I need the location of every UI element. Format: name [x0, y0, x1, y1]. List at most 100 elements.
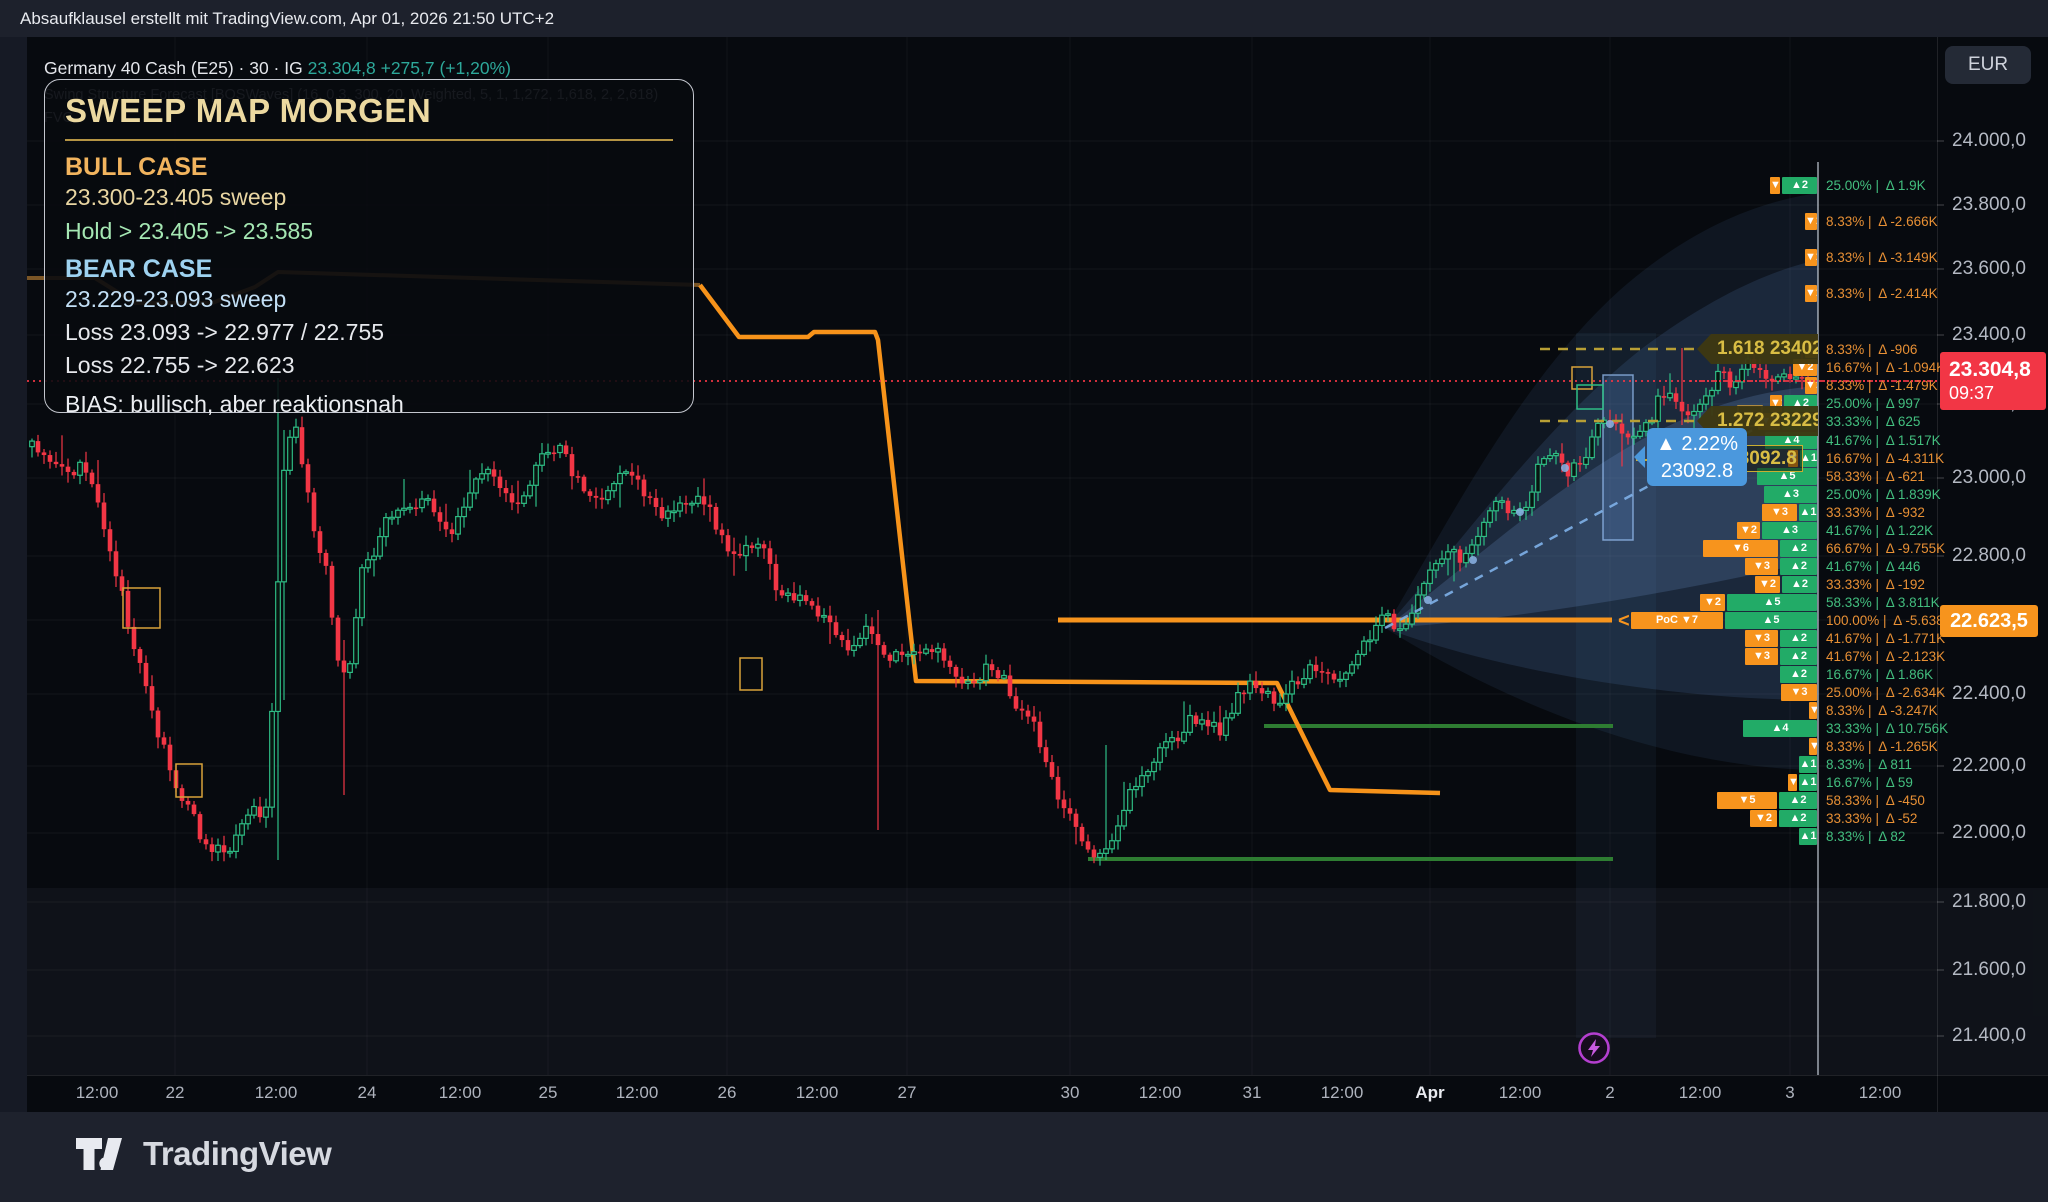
profile-row-stats: 8.33% | Δ -3.247K [1826, 702, 1938, 719]
down-count-badge: ▼3 [1745, 558, 1778, 575]
profile-row: ▲1 8.33% | Δ 82 [0, 828, 2048, 845]
price-axis-label: 21.400,0 [1952, 1025, 2026, 1047]
down-count-badge: ▼2 [1737, 522, 1760, 539]
profile-row: ▼1▲1 16.67% | Δ 59 [0, 774, 2048, 791]
profile-row-stats: 16.67% | Δ -1.094K [1826, 359, 1945, 376]
up-count-badge: ▲2 [1782, 576, 1817, 593]
profile-row: ▼3 25.00% | Δ -2.634K [0, 684, 2048, 701]
profile-row-stats: 66.67% | Δ -9.755K [1826, 540, 1945, 557]
current-price-dotted-line [1690, 380, 1937, 382]
down-count-badge: ▼2 [1700, 594, 1725, 611]
up-count-badge: ▲1 [1799, 828, 1817, 845]
down-count-badge: ▼3 [1762, 504, 1797, 521]
down-count-badge: ▼1 [1809, 702, 1817, 719]
profile-row-stats: 25.00% | Δ 1.9K [1826, 177, 1926, 194]
profile-row-stats: 41.67% | Δ 446 [1826, 558, 1920, 575]
up-count-badge: ▲2 [1782, 177, 1817, 194]
up-count-badge: ▲2 [1779, 792, 1817, 809]
share-title-text: Absaufklausel erstellt mit TradingView.c… [20, 9, 554, 28]
up-count-badge: ▲2 [1779, 810, 1817, 827]
down-count-badge: ▼1 [1770, 177, 1780, 194]
time-axis-label: 27 [898, 1083, 917, 1103]
up-count-badge: ▲2 [1780, 666, 1817, 683]
up-count-badge: ▲3 [1762, 522, 1817, 539]
time-axis-label: 22 [166, 1083, 185, 1103]
up-count-badge: ▲2 [1780, 558, 1817, 575]
sweep-panel-title: SWEEP MAP MORGEN [65, 92, 673, 141]
profile-row: ▼3▲2 41.67% | Δ -1.771K [0, 630, 2048, 647]
profile-row-stats: 58.33% | Δ 3.811K [1826, 594, 1940, 611]
bear-sweep-line: 23.229-23.093 sweep [65, 286, 673, 313]
down-count-badge: ▼5 [1717, 792, 1777, 809]
currency-button[interactable]: EUR [1945, 46, 2031, 84]
forecast-callout[interactable]: ▲ 2.22% 23092.8 [1647, 428, 1747, 486]
time-axis-label: 24 [358, 1083, 377, 1103]
profile-row-poc: PoC ▼7▲5 100.00% | Δ -5.638K [0, 612, 2048, 629]
tradingview-brand-link[interactable]: TradingView [75, 1134, 331, 1174]
bull-sweep-line: 23.300-23.405 sweep [65, 184, 673, 211]
up-count-badge: ▲1 [1799, 504, 1817, 521]
time-axis-label: 12:00 [616, 1083, 659, 1103]
profile-row-stats: 25.00% | Δ 1.839K [1826, 486, 1941, 503]
up-count-badge: ▲5 [1725, 612, 1817, 629]
profile-row: ▼2▲2 33.33% | Δ -192 [0, 576, 2048, 593]
bear-loss-line-1: Loss 23.093 -> 22.977 / 22.755 [65, 319, 673, 346]
up-count-badge: ▲3 [1764, 486, 1817, 503]
time-axis-label: Apr [1415, 1083, 1444, 1103]
profile-row: ▼1 8.33% | Δ -1.265K [0, 738, 2048, 755]
profile-row: ▲3 25.00% | Δ 1.839K [0, 486, 2048, 503]
share-title-bar: Absaufklausel erstellt mit TradingView.c… [0, 0, 2048, 37]
profile-row-stats: 33.33% | Δ 625 [1826, 413, 1920, 430]
time-axis-label: 3 [1785, 1083, 1794, 1103]
up-count-badge: ▲1 [1799, 756, 1817, 773]
profile-row-stats: 8.33% | Δ -906 [1826, 341, 1917, 358]
profile-row-stats: 8.33% | Δ -2.666K [1826, 213, 1938, 230]
lightning-button[interactable] [1574, 1028, 1614, 1068]
profile-row-stats: 16.67% | Δ 1.86K [1826, 666, 1933, 683]
last-price-value: 23.304,8 [1949, 358, 2046, 382]
time-axis-label: 12:00 [1859, 1083, 1902, 1103]
tradingview-share-card: Absaufklausel erstellt mit TradingView.c… [0, 0, 2048, 1202]
profile-row-stats: 25.00% | Δ 997 [1826, 395, 1920, 412]
profile-row-stats: 16.67% | Δ 59 [1826, 774, 1913, 791]
down-count-badge: ▼2 [1750, 810, 1777, 827]
profile-row-stats: 33.33% | Δ -932 [1826, 504, 1925, 521]
profile-row-stats: 41.67% | Δ 1.22K [1826, 522, 1933, 539]
up-count-badge: ▲4 [1743, 720, 1817, 737]
profile-row-stats: 8.33% | Δ 82 [1826, 828, 1905, 845]
profile-row-stats: 33.33% | Δ 10.756K [1826, 720, 1948, 737]
up-count-badge: ▲5 [1727, 594, 1817, 611]
bias-line: BIAS: bullisch, aber reaktionsnah [65, 391, 673, 418]
down-count-badge: ▼1 [1805, 213, 1817, 230]
down-count-badge: ▼3 [1745, 630, 1778, 647]
down-count-badge: ▼1 [1809, 738, 1817, 755]
time-axis-label: 12:00 [76, 1083, 119, 1103]
down-count-badge: ▼3 [1781, 684, 1817, 701]
symbol-row[interactable]: Germany 40 Cash (E25) · 30 · IG 23.304,8… [44, 58, 658, 79]
forecast-price: 23092.8 [1647, 458, 1747, 485]
time-axis-separator [27, 1075, 2048, 1076]
profile-row-stats: 16.67% | Δ -4.311K [1826, 450, 1944, 467]
down-count-badge: PoC ▼7 [1631, 612, 1723, 629]
symbol-title: Germany 40 Cash (E25) · 30 · IG [44, 58, 303, 78]
profile-row-stats: 58.33% | Δ -621 [1826, 468, 1925, 485]
profile-row: ▼3▲2 41.67% | Δ -2.123K [0, 648, 2048, 665]
profile-row-stats: 100.00% | Δ -5.638K [1826, 612, 1953, 629]
profile-row: ▼2▲3 41.67% | Δ 1.22K [0, 522, 2048, 539]
down-count-badge: ▼1 [1805, 249, 1817, 266]
bear-loss-line-2: Loss 22.755 -> 22.623 [65, 352, 673, 379]
profile-row-stats: 8.33% | Δ -1.265K [1826, 738, 1938, 755]
time-axis-label: 2 [1605, 1083, 1614, 1103]
profile-row: ▼2▲5 58.33% | Δ 3.811K [0, 594, 2048, 611]
time-axis-label: 25 [539, 1083, 558, 1103]
down-count-badge: ▼1 [1788, 774, 1797, 791]
up-count-badge: ▲2 [1780, 648, 1817, 665]
change-text: +275,7 (+1,20%) [381, 58, 511, 78]
profile-row-stats: 33.33% | Δ -192 [1826, 576, 1925, 593]
time-axis-label: 12:00 [796, 1083, 839, 1103]
tradingview-logo-icon [75, 1134, 127, 1174]
profile-row: ▼3▲1 33.33% | Δ -932 [0, 504, 2048, 521]
bear-case-header: BEAR CASE [65, 255, 673, 284]
profile-row-stats: 58.33% | Δ -450 [1826, 792, 1925, 809]
profile-row: ▼3▲2 41.67% | Δ 446 [0, 558, 2048, 575]
